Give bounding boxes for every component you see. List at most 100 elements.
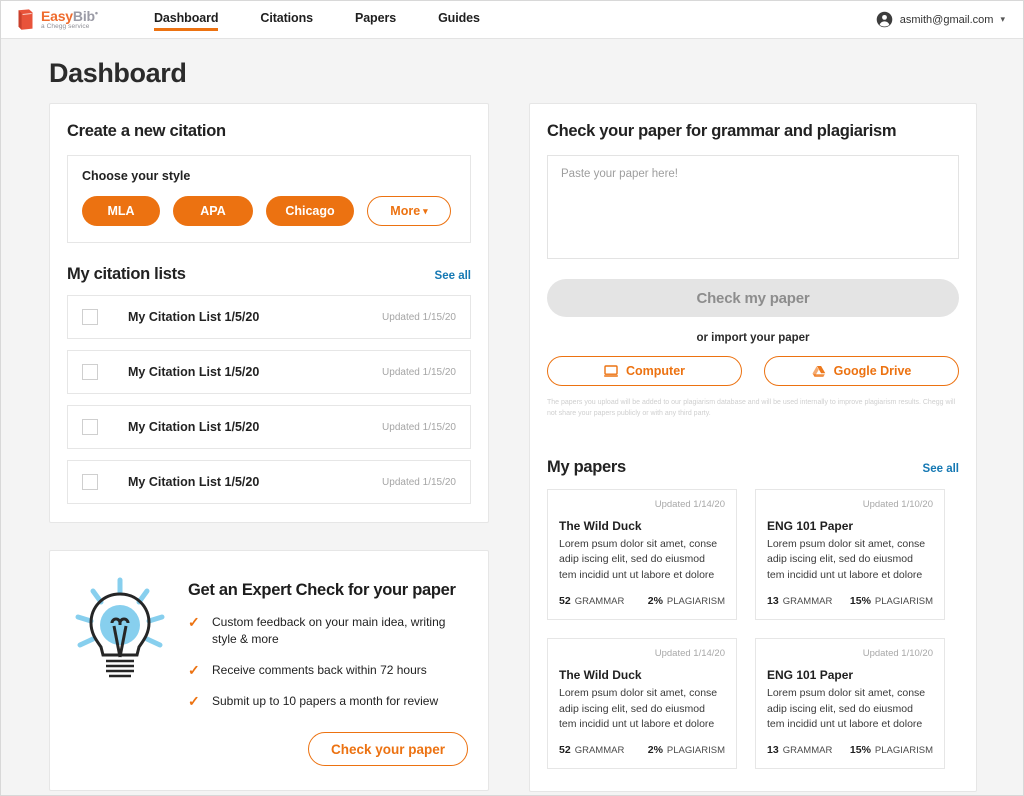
right-column: Check your paper for grammar and plagiar… bbox=[529, 103, 977, 793]
paper-plagiarism-stat: 2% PLAGIARISM bbox=[648, 744, 725, 756]
paper-plagiarism-percent: 2% bbox=[647, 594, 663, 607]
paper-title: The Wild Duck bbox=[559, 518, 642, 533]
dashboard-columns: Create a new citation Choose your style … bbox=[1, 103, 1023, 793]
grammar-plagiarism-panel: Check your paper for grammar and plagiar… bbox=[529, 103, 977, 793]
list-item-checkbox[interactable] bbox=[82, 364, 98, 380]
my-papers-see-all-link[interactable]: See all bbox=[923, 463, 959, 475]
list-item[interactable]: My Citation List 1/5/20 Updated 1/15/20 bbox=[67, 460, 471, 504]
style-button-chicago[interactable]: Chicago bbox=[266, 196, 354, 226]
top-navigation-bar: EasyBib• a Chegg service Dashboard Citat… bbox=[1, 1, 1023, 39]
paper-plagiarism-stat: 2% PLAGIARISM bbox=[648, 595, 725, 607]
paper-excerpt: Lorem psum dolor sit amet, conse adip is… bbox=[559, 686, 718, 731]
expert-check-cta-button[interactable]: Check your paper bbox=[307, 732, 468, 767]
nav-item-papers[interactable]: Papers bbox=[355, 1, 396, 38]
chevron-down-icon: ▾ bbox=[423, 205, 428, 216]
list-item-name: My Citation List 1/5/20 bbox=[128, 365, 260, 379]
app-window: EasyBib• a Chegg service Dashboard Citat… bbox=[0, 0, 1024, 796]
paper-excerpt: Lorem psum dolor sit amet, conse adip is… bbox=[559, 537, 718, 582]
paper-grammar-label: GRAMMAR bbox=[574, 745, 625, 757]
check-icon: ✓ bbox=[188, 693, 200, 710]
paper-stats: 13 GRAMMAR 15% PLAGIARISM bbox=[767, 744, 933, 756]
paper-excerpt: Lorem psum dolor sit amet, conse adip is… bbox=[767, 686, 926, 731]
nav-item-citations[interactable]: Citations bbox=[260, 1, 313, 38]
style-button-more-label: More bbox=[390, 204, 421, 218]
paper-plagiarism-stat: 15% PLAGIARISM bbox=[850, 595, 933, 607]
paper-title: The Wild Duck bbox=[559, 667, 642, 682]
paper-updated: Updated 1/14/20 bbox=[654, 498, 725, 510]
expert-check-cta-row: Check your paper bbox=[188, 732, 468, 767]
style-buttons: MLA APA Chicago More ▾ bbox=[82, 196, 456, 226]
expert-check-bullet: ✓ Submit up to 10 papers a month for rev… bbox=[188, 693, 468, 710]
paper-card[interactable]: Updated 1/10/20 ENG 101 Paper Lorem psum… bbox=[755, 488, 945, 620]
paper-grammar-stat: 52 GRAMMAR bbox=[559, 595, 624, 607]
paper-excerpt: Lorem psum dolor sit amet, conse adip is… bbox=[767, 537, 926, 582]
list-item[interactable]: My Citation List 1/5/20 Updated 1/15/20 bbox=[67, 295, 471, 339]
logo-tagline: a Chegg service bbox=[41, 22, 90, 30]
citation-lists-see-all-link[interactable]: See all bbox=[435, 270, 471, 282]
expert-check-bullet-text: Receive comments back within 72 hours bbox=[212, 663, 427, 678]
paper-grammar-count: 52 bbox=[559, 744, 571, 757]
paper-plagiarism-percent: 15% bbox=[849, 594, 871, 607]
paper-plagiarism-label: PLAGIARISM bbox=[666, 745, 725, 757]
google-drive-icon bbox=[812, 365, 825, 377]
check-my-paper-button[interactable]: Check my paper bbox=[547, 279, 959, 317]
my-papers-grid: Updated 1/14/20 The Wild Duck Lorem psum… bbox=[547, 488, 959, 770]
expert-check-bullet-text: Submit up to 10 papers a month for revie… bbox=[212, 694, 439, 709]
list-item-name: My Citation List 1/5/20 bbox=[128, 420, 260, 434]
page-title: Dashboard bbox=[49, 58, 187, 88]
paper-stats: 52 GRAMMAR 2% PLAGIARISM bbox=[559, 744, 725, 756]
paper-card[interactable]: Updated 1/10/20 ENG 101 Paper Lorem psum… bbox=[755, 637, 945, 770]
paper-stats: 13 GRAMMAR 15% PLAGIARISM bbox=[767, 595, 933, 607]
list-item-name: My Citation List 1/5/20 bbox=[128, 475, 260, 489]
paper-title: ENG 101 Paper bbox=[767, 667, 854, 682]
my-papers-title: My papers bbox=[547, 457, 626, 476]
expert-check-bullet-text: Custom feedback on your main idea, writi… bbox=[212, 615, 446, 647]
paste-paper-textarea[interactable] bbox=[547, 155, 959, 259]
list-item-checkbox[interactable] bbox=[82, 309, 98, 325]
choose-style-box: Choose your style MLA APA Chicago More ▾ bbox=[67, 155, 471, 243]
list-item[interactable]: My Citation List 1/5/20 Updated 1/15/20 bbox=[67, 350, 471, 394]
expert-check-body: Get an Expert Check for your paper ✓ Cus… bbox=[188, 573, 468, 767]
paper-grammar-count: 52 bbox=[559, 594, 571, 607]
computer-icon bbox=[603, 365, 618, 377]
paper-plagiarism-percent: 15% bbox=[849, 744, 871, 757]
paper-card[interactable]: Updated 1/14/20 The Wild Duck Lorem psum… bbox=[547, 637, 737, 770]
import-from-computer-button[interactable]: Computer bbox=[547, 356, 742, 386]
paper-plagiarism-label: PLAGIARISM bbox=[874, 745, 933, 757]
list-item-name: My Citation List 1/5/20 bbox=[128, 310, 260, 324]
nav-item-guides[interactable]: Guides bbox=[438, 1, 480, 38]
choose-style-label: Choose your style bbox=[82, 169, 191, 183]
expert-check-bullet: ✓ Custom feedback on your main idea, wri… bbox=[188, 614, 468, 648]
or-import-label: or import your paper bbox=[696, 332, 810, 344]
paper-grammar-label: GRAMMAR bbox=[782, 745, 833, 757]
style-button-more[interactable]: More ▾ bbox=[367, 196, 451, 226]
create-citation-title: Create a new citation bbox=[67, 122, 226, 140]
chevron-down-icon: ▾ bbox=[1000, 14, 1005, 24]
logo-wordmark: EasyBib• a Chegg service bbox=[41, 7, 98, 30]
list-item-updated: Updated 1/15/20 bbox=[382, 476, 456, 488]
list-item[interactable]: My Citation List 1/5/20 Updated 1/15/20 bbox=[67, 405, 471, 449]
style-button-mla[interactable]: MLA bbox=[82, 196, 160, 226]
citation-lists: My Citation List 1/5/20 Updated 1/15/20 … bbox=[67, 295, 471, 504]
check-icon: ✓ bbox=[188, 662, 200, 679]
paper-grammar-count: 13 bbox=[767, 594, 779, 607]
list-item-checkbox[interactable] bbox=[82, 419, 98, 435]
paper-updated: Updated 1/14/20 bbox=[654, 647, 725, 659]
import-from-google-drive-label: Google Drive bbox=[833, 364, 912, 378]
paper-grammar-stat: 52 GRAMMAR bbox=[559, 744, 624, 756]
paper-grammar-stat: 13 GRAMMAR bbox=[767, 595, 832, 607]
nav-item-dashboard[interactable]: Dashboard bbox=[154, 1, 219, 38]
list-item-checkbox[interactable] bbox=[82, 474, 98, 490]
paper-card[interactable]: Updated 1/14/20 The Wild Duck Lorem psum… bbox=[547, 488, 737, 620]
style-button-apa[interactable]: APA bbox=[173, 196, 253, 226]
easybib-logo[interactable]: EasyBib• a Chegg service bbox=[17, 7, 121, 31]
paper-updated: Updated 1/10/20 bbox=[862, 647, 933, 659]
paper-plagiarism-label: PLAGIARISM bbox=[874, 595, 933, 607]
paper-grammar-count: 13 bbox=[767, 744, 779, 757]
left-column: Create a new citation Choose your style … bbox=[49, 103, 489, 792]
my-papers-header: My papers See all bbox=[547, 458, 959, 477]
account-menu[interactable]: asmith@gmail.com ▾ bbox=[876, 11, 1005, 28]
list-item-updated: Updated 1/15/20 bbox=[382, 421, 456, 433]
import-from-google-drive-button[interactable]: Google Drive bbox=[764, 356, 959, 386]
grammar-panel-title: Check your paper for grammar and plagiar… bbox=[547, 122, 897, 140]
